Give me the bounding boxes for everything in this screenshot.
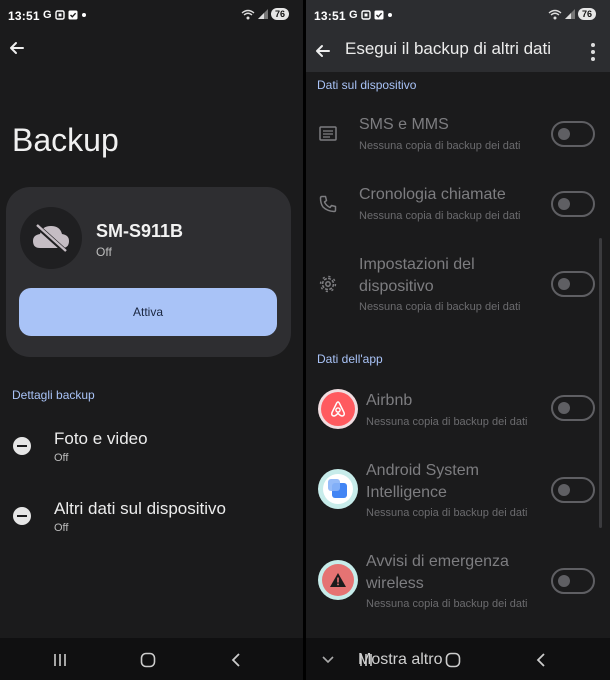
row-subtitle: Nessuna copia di backup dei dati: [359, 210, 521, 222]
navigation-bar: [0, 638, 303, 680]
cloud-off-icon: [33, 223, 69, 253]
airbnb-icon: [318, 389, 358, 429]
wifi-icon: [241, 9, 255, 19]
home-icon: [140, 652, 156, 668]
navigation-bar: Mostra altro: [306, 638, 610, 680]
app-data-section-label: Dati dell'app: [317, 352, 383, 366]
backup-row-sms[interactable]: SMS e MMS Nessuna copia di backup dei da…: [306, 108, 606, 168]
screenshot-icon: [54, 10, 65, 20]
checkbox-notification-icon: [68, 10, 78, 20]
battery-indicator: 76: [577, 8, 596, 20]
backup-screen: 13:51 G 76 Backup SM-S911B Off Attiva De…: [0, 0, 303, 680]
row-title: Cronologia chiamate: [359, 186, 506, 203]
status-time: 13:51: [8, 9, 40, 23]
device-name: SM-S911B: [96, 221, 184, 241]
google-icon: G: [43, 9, 52, 21]
backup-row-wireless-emergency-alerts[interactable]: Avvisi di emergenza wireless Nessuna cop…: [306, 549, 606, 619]
checkbox-notification-icon: [374, 10, 384, 20]
row-title: Airbnb: [366, 392, 413, 409]
status-bar: 13:51 G 76: [306, 0, 610, 32]
recents-icon: [54, 654, 66, 666]
battery-indicator: 76: [270, 8, 289, 20]
page-title: Backup: [12, 122, 119, 158]
backup-item-status: Off: [54, 452, 69, 464]
backup-row-call-history[interactable]: Cronologia chiamate Nessuna copia di bac…: [306, 178, 606, 238]
google-icon: G: [349, 9, 358, 21]
sms-toggle[interactable]: [551, 121, 595, 147]
show-more-button[interactable]: Mostra altro: [358, 651, 442, 669]
row-title-line1: Avvisi di emergenza: [366, 553, 509, 570]
backup-details-label: Dettagli backup: [12, 388, 95, 402]
android-system-intelligence-toggle[interactable]: [551, 477, 595, 503]
airbnb-toggle[interactable]: [551, 395, 595, 421]
recent-apps-button[interactable]: [50, 650, 70, 670]
remove-circle-icon: [13, 437, 31, 455]
row-subtitle: Nessuna copia di backup dei dati: [359, 140, 521, 152]
expand-button[interactable]: [318, 650, 338, 670]
chevron-down-icon: [322, 656, 334, 664]
emergency-alert-icon: [318, 560, 358, 600]
wireless-emergency-alerts-toggle[interactable]: [551, 568, 595, 594]
nav-back-button[interactable]: [531, 650, 551, 670]
chevron-left-icon: [536, 653, 545, 667]
arrow-left-icon: [10, 42, 24, 54]
dot-icon: [81, 13, 86, 17]
status-time: 13:51: [314, 9, 346, 23]
app-bar: Esegui il backup di altri dati: [306, 32, 610, 72]
message-icon: [318, 124, 338, 144]
dot-icon: [387, 13, 392, 17]
backup-item-photos-videos[interactable]: Foto e video Off: [0, 425, 303, 485]
backup-row-device-settings[interactable]: Impostazioni del dispositivo Nessuna cop…: [306, 248, 606, 318]
device-data-section-label: Dati sul dispositivo: [317, 78, 417, 92]
chevron-left-icon: [231, 653, 240, 667]
backup-item-title: Foto e video: [54, 429, 148, 448]
screenshot-icon: [360, 10, 371, 20]
row-title-line1: Impostazioni del: [359, 256, 475, 273]
row-title-line2: wireless: [366, 575, 424, 592]
phone-icon: [318, 194, 338, 214]
backup-item-other-device-data[interactable]: Altri dati sul dispositivo Off: [0, 495, 303, 555]
back-button[interactable]: [2, 33, 32, 63]
backup-item-title: Altri dati sul dispositivo: [54, 499, 226, 518]
wifi-icon: [548, 9, 562, 19]
status-bar: 13:51 G 76: [0, 0, 303, 32]
backup-row-airbnb[interactable]: Airbnb Nessuna copia di backup dei dati: [306, 385, 606, 435]
device-avatar: [20, 207, 82, 269]
row-title-line2: Intelligence: [366, 484, 447, 501]
android-system-intelligence-icon: [318, 469, 358, 509]
backup-row-android-system-intelligence[interactable]: Android System Intelligence Nessuna copi…: [306, 458, 606, 528]
device-settings-toggle[interactable]: [551, 271, 595, 297]
backup-item-status: Off: [54, 522, 69, 534]
device-card: SM-S911B Off Attiva: [6, 187, 291, 357]
row-subtitle: Nessuna copia di backup dei dati: [366, 507, 528, 519]
signal-icon: [257, 9, 268, 19]
home-button[interactable]: [443, 650, 463, 670]
activate-button[interactable]: Attiva: [19, 288, 277, 336]
gear-icon: [318, 274, 338, 294]
nav-back-button[interactable]: [226, 650, 246, 670]
home-button[interactable]: [138, 650, 158, 670]
row-title-line2: dispositivo: [359, 278, 434, 295]
call-history-toggle[interactable]: [551, 191, 595, 217]
page-title: Esegui il backup di altri dati: [345, 39, 552, 58]
arrow-left-icon: [316, 45, 330, 57]
row-title: SMS e MMS: [359, 116, 449, 133]
row-title-line1: Android System: [366, 462, 479, 479]
scrollbar[interactable]: [599, 238, 602, 528]
other-data-backup-screen: 13:51 G 76 Esegui il backup di altri dat…: [306, 0, 610, 680]
row-subtitle: Nessuna copia di backup dei dati: [366, 598, 528, 610]
device-backup-status: Off: [96, 245, 112, 259]
more-options-button[interactable]: [586, 38, 600, 66]
signal-icon: [564, 9, 575, 19]
back-button[interactable]: [308, 36, 338, 66]
home-icon: [445, 652, 461, 668]
row-subtitle: Nessuna copia di backup dei dati: [366, 416, 528, 428]
row-subtitle: Nessuna copia di backup dei dati: [359, 301, 521, 313]
remove-circle-icon: [13, 507, 31, 525]
